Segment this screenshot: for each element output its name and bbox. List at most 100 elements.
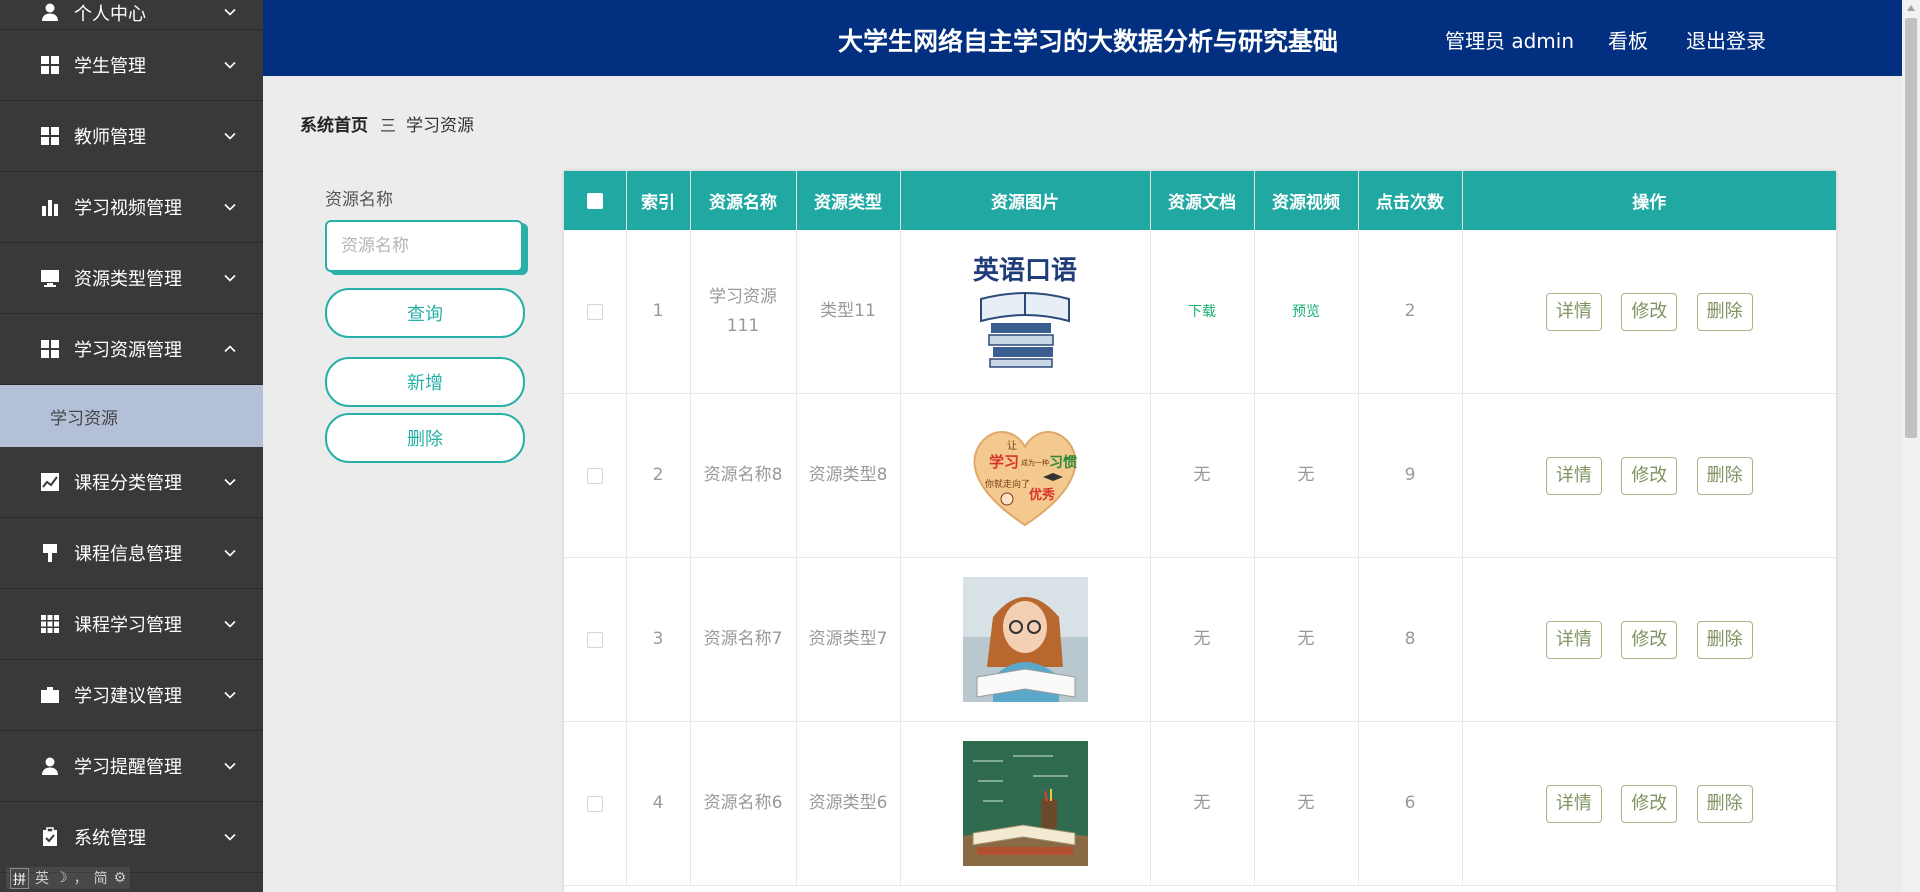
- sidebar-item-teacher-management[interactable]: 教师管理: [0, 101, 263, 172]
- sidebar-item-label: 系统管理: [74, 828, 146, 849]
- sidebar-item-label: 学习提醒管理: [74, 757, 182, 778]
- row-checkbox-cell[interactable]: [564, 557, 627, 722]
- video-preview-link[interactable]: 预览: [1292, 304, 1320, 320]
- sidebar-item-student-management[interactable]: 学生管理: [0, 30, 263, 101]
- sidebar-item-personal-center[interactable]: 个人中心: [0, 0, 263, 30]
- row-checkbox-cell[interactable]: [564, 393, 627, 558]
- sidebar-item-course-study-management[interactable]: 课程学习管理: [0, 589, 263, 660]
- column-header: 操作: [1462, 171, 1836, 230]
- chevron-down-icon: [223, 830, 237, 844]
- logout-link[interactable]: 退出登录: [1686, 25, 1766, 54]
- resource-image-english-books[interactable]: 英语口语: [962, 249, 1088, 374]
- cell-actions: 详情 修改 删除: [1462, 721, 1836, 886]
- column-header: 索引: [626, 171, 691, 230]
- sidebar-item-label: 教师管理: [74, 127, 146, 148]
- delete-button[interactable]: 删除: [1696, 784, 1753, 823]
- sidebar-item-resource-type-management[interactable]: 资源类型管理: [0, 243, 263, 314]
- grid-icon: [40, 55, 60, 75]
- detail-button[interactable]: 详情: [1545, 784, 1602, 823]
- dashboard-link[interactable]: 看板: [1608, 25, 1648, 54]
- edit-button[interactable]: 修改: [1621, 784, 1678, 823]
- scroll-up-arrow-icon[interactable]: [1907, 5, 1915, 11]
- cell-type: 资源类型6: [796, 721, 901, 886]
- edit-button[interactable]: 修改: [1621, 620, 1678, 659]
- ime-toolbar[interactable]: 拼 英 ☽ ， 简 ⚙: [6, 867, 131, 889]
- select-all-checkbox-cell[interactable]: [564, 171, 627, 230]
- row-checkbox[interactable]: [586, 303, 603, 320]
- resource-image-books-chalkboard[interactable]: [962, 741, 1088, 866]
- resource-name-input[interactable]: [325, 220, 523, 272]
- breadcrumb-separator-icon: 三: [380, 115, 397, 135]
- sidebar-item-system-management[interactable]: 系统管理: [0, 802, 263, 873]
- image-text-heart-line2: 你就走向了: [985, 478, 1030, 490]
- batch-delete-button[interactable]: 删除: [325, 413, 525, 463]
- resource-image-heart-study[interactable]: 让 学习 成为一种 习惯 你就走向了 优秀: [962, 413, 1088, 538]
- sidebar-item-label: 课程分类管理: [74, 473, 182, 494]
- chevron-down-icon: [223, 5, 237, 19]
- edit-button[interactable]: 修改: [1621, 456, 1678, 495]
- query-button[interactable]: 查询: [325, 288, 525, 338]
- row-checkbox[interactable]: [586, 631, 603, 648]
- breadcrumb-home[interactable]: 系统首页: [300, 111, 368, 136]
- cell-index: 1: [626, 230, 691, 394]
- chevron-down-icon: [223, 129, 237, 143]
- edit-button[interactable]: 修改: [1621, 292, 1678, 331]
- sidebar-item-learning-resource-management[interactable]: 学习资源管理: [0, 314, 263, 385]
- table-row: 4 资源名称6 资源类型6 无 无 6 详情 修改 删除: [564, 721, 1836, 886]
- delete-button[interactable]: 删除: [1696, 620, 1753, 659]
- ime-simplified-icon[interactable]: 简: [94, 868, 108, 888]
- image-text-heart-line3: 优秀: [1029, 487, 1056, 503]
- ime-punct-icon[interactable]: ，: [74, 868, 88, 888]
- image-text-heart-small: 成为一种: [1021, 458, 1049, 467]
- sidebar-item-course-info-management[interactable]: 课程信息管理: [0, 518, 263, 589]
- row-checkbox-cell[interactable]: [564, 230, 627, 394]
- image-text-heart-main1: 学习: [989, 453, 1019, 471]
- delete-button[interactable]: 删除: [1696, 292, 1753, 331]
- cell-type: 资源类型7: [796, 557, 901, 722]
- ime-settings-icon[interactable]: ⚙: [114, 870, 127, 886]
- sidebar-item-label: 学习建议管理: [74, 686, 182, 707]
- cell-clicks: 6: [1358, 721, 1463, 886]
- cell-index: 2: [626, 393, 691, 558]
- cell-clicks: 8: [1358, 557, 1463, 722]
- breadcrumb: 系统首页 三 学习资源: [300, 111, 475, 137]
- detail-button[interactable]: 详情: [1545, 456, 1602, 495]
- ime-english-icon[interactable]: 英: [35, 868, 49, 888]
- scrollbar-thumb[interactable]: [1905, 18, 1917, 438]
- detail-button[interactable]: 详情: [1545, 620, 1602, 659]
- row-checkbox[interactable]: [586, 795, 603, 812]
- cell-image: 英语口语: [900, 230, 1151, 394]
- image-text-heart-top: 让: [1007, 440, 1017, 452]
- resource-name-label: 资源名称: [325, 190, 393, 210]
- brush-icon: [40, 543, 60, 563]
- row-checkbox-cell[interactable]: [564, 721, 627, 886]
- grid-icon: [40, 339, 60, 359]
- select-all-checkbox[interactable]: [586, 192, 603, 209]
- clipboard-icon: [40, 827, 60, 847]
- row-checkbox[interactable]: [586, 467, 603, 484]
- sidebar-item-course-category-management[interactable]: 课程分类管理: [0, 447, 263, 518]
- cell-name: 资源名称6: [690, 721, 797, 886]
- sidebar-item-study-reminder-management[interactable]: 学习提醒管理: [0, 731, 263, 802]
- sidebar-item-video-management[interactable]: 学习视频管理: [0, 172, 263, 243]
- ime-moon-icon[interactable]: ☽: [55, 870, 68, 886]
- sidebar-subitem-learning-resource[interactable]: 学习资源: [0, 385, 263, 447]
- document-download-link[interactable]: 下载: [1188, 304, 1216, 320]
- admin-user-label[interactable]: 管理员 admin: [1445, 25, 1574, 54]
- resource-image-girl-reading[interactable]: [962, 577, 1088, 702]
- chevron-down-icon: [223, 617, 237, 631]
- add-button[interactable]: 新增: [325, 357, 525, 407]
- delete-button[interactable]: 删除: [1696, 456, 1753, 495]
- ime-pinyin-icon[interactable]: 拼: [10, 867, 30, 889]
- cell-clicks: 9: [1358, 393, 1463, 558]
- cell-actions: 详情 修改 删除: [1462, 557, 1836, 722]
- resource-table: 索引 资源名称 资源类型 资源图片 资源文档 资源视频 点击次数 操作 1 学习…: [564, 171, 1836, 892]
- cell-video: 无: [1254, 557, 1359, 722]
- breadcrumb-current: 学习资源: [406, 116, 475, 136]
- column-header: 资源类型: [796, 171, 901, 230]
- sidebar-item-study-advice-management[interactable]: 学习建议管理: [0, 660, 263, 731]
- detail-button[interactable]: 详情: [1545, 292, 1602, 331]
- page-scrollbar[interactable]: [1902, 0, 1920, 892]
- cell-image: [900, 557, 1151, 722]
- user-icon: [40, 2, 60, 22]
